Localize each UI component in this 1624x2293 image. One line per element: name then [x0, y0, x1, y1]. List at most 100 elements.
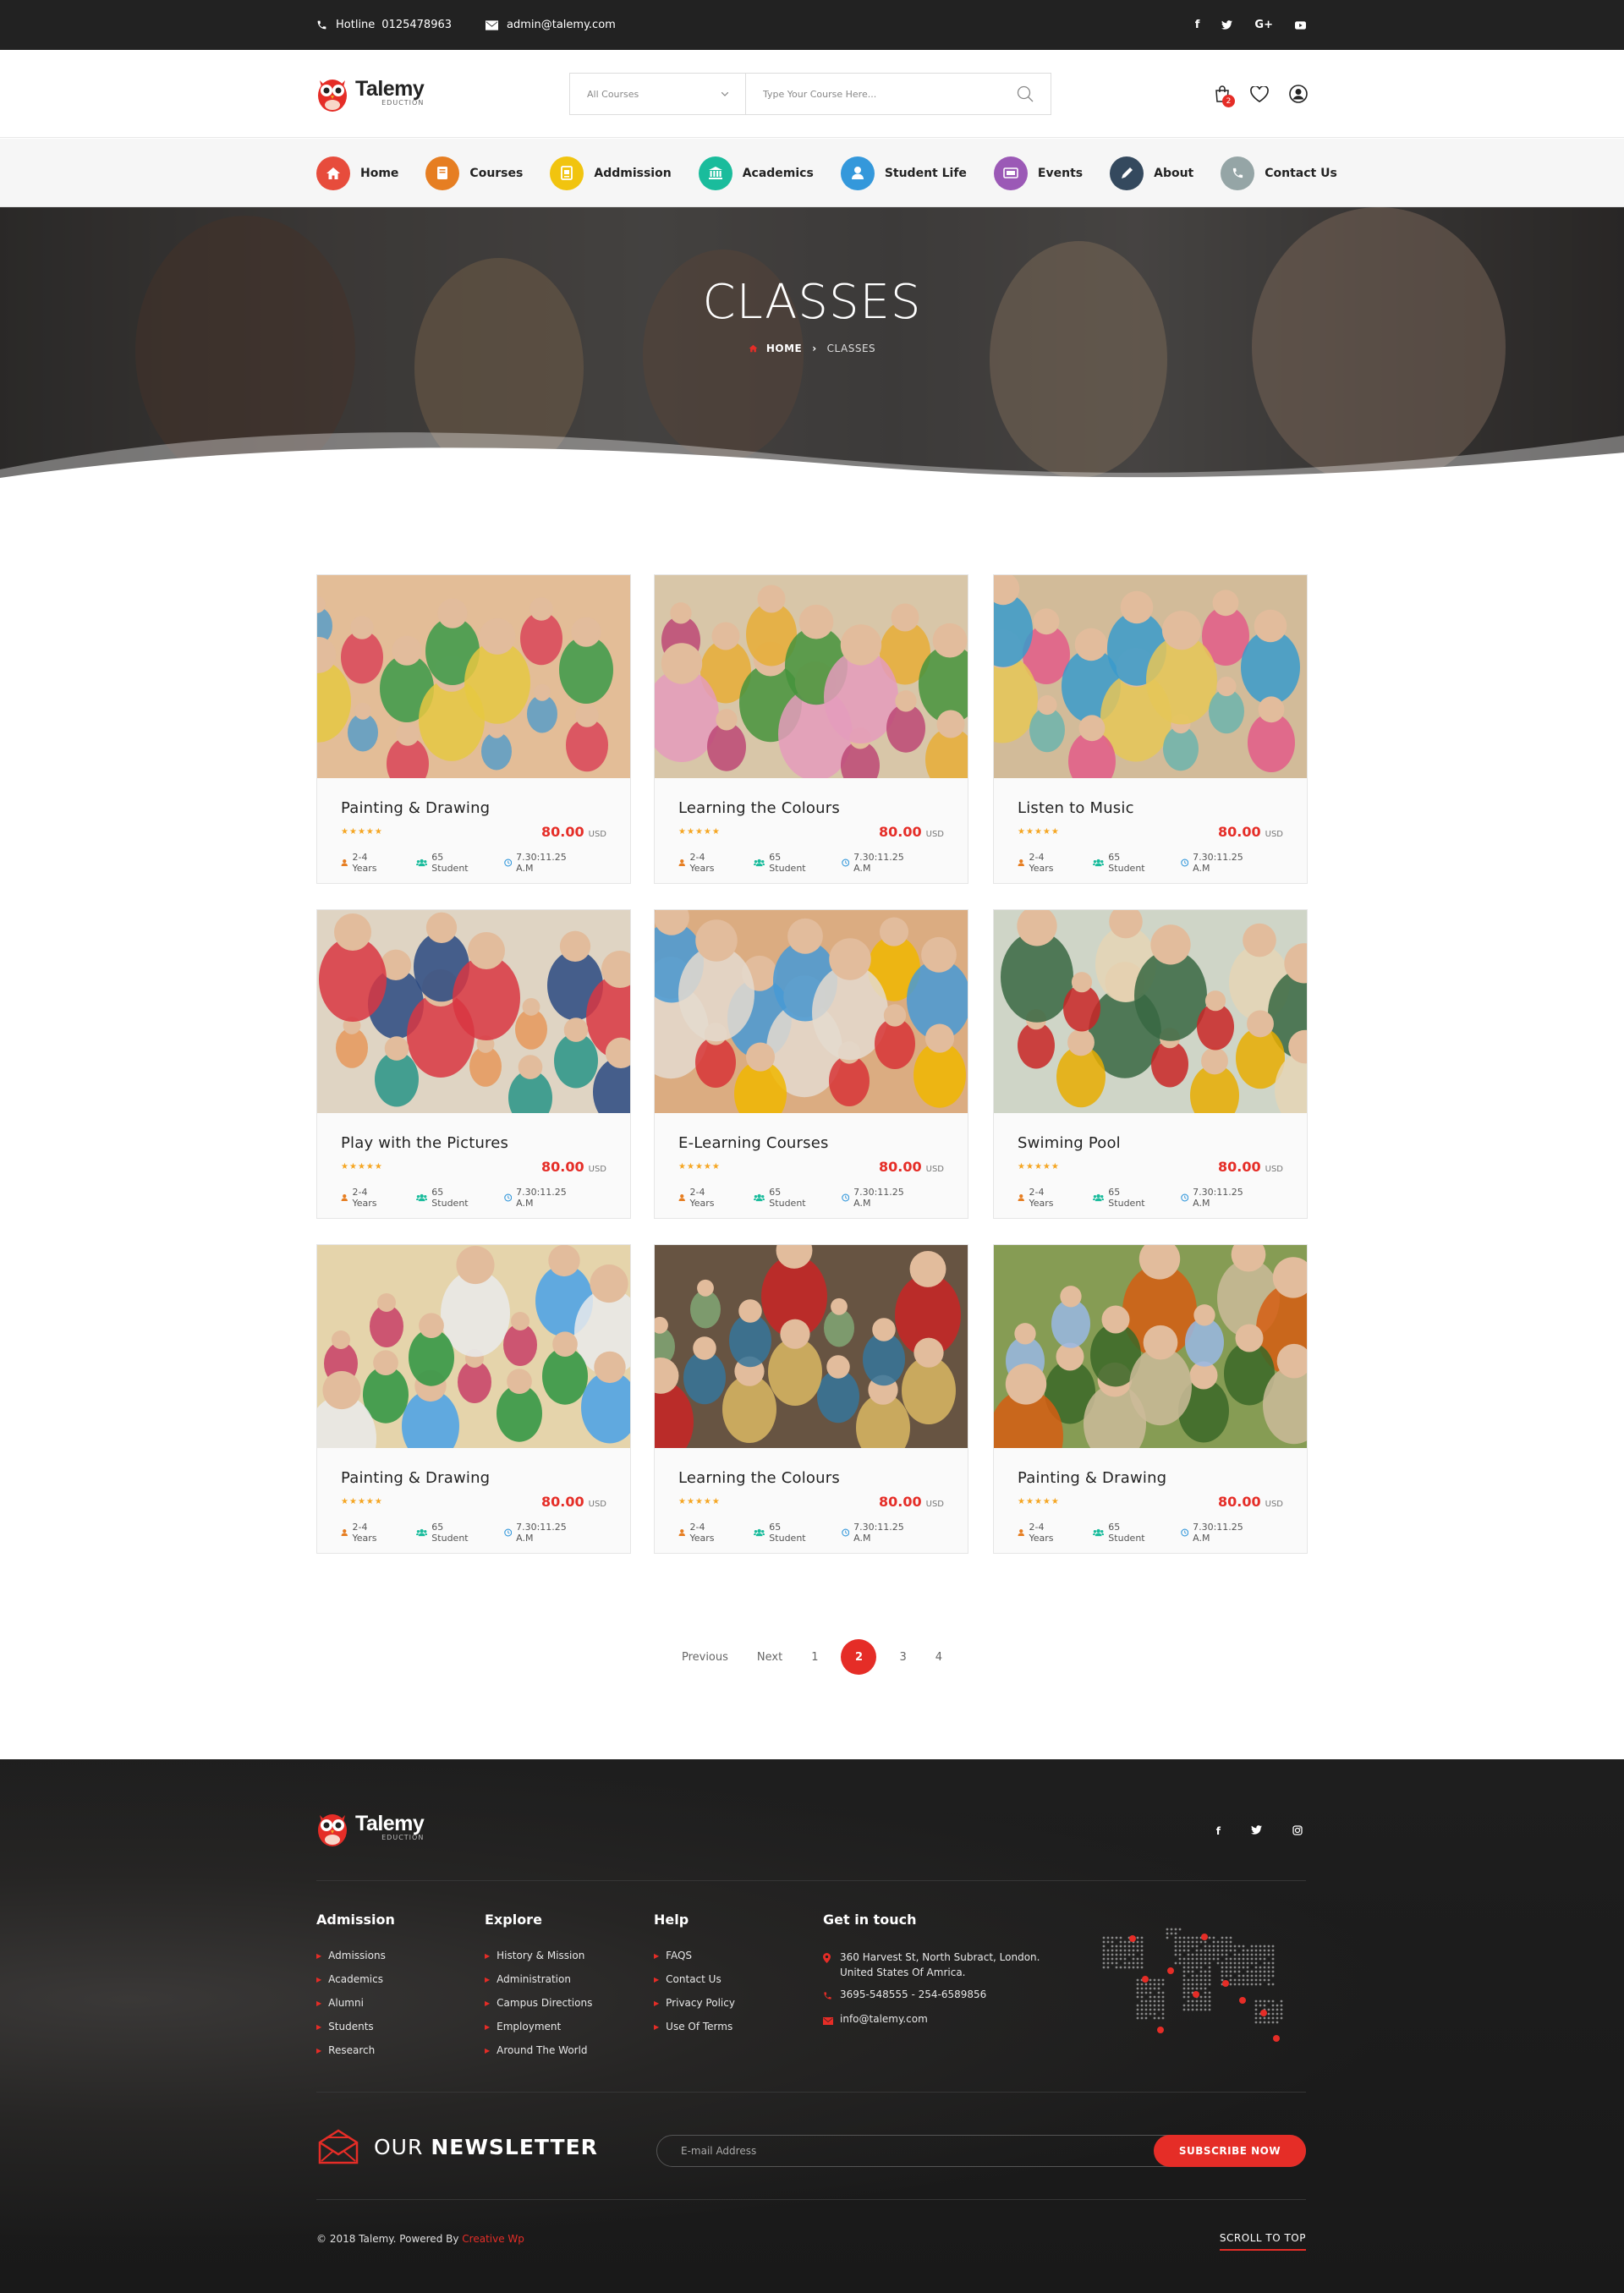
footer-link[interactable]: ▶ Administration [485, 1973, 592, 1985]
course-card[interactable]: Learning the Colours ★ ★ ★ ★ ★ 80.00 USD 2-4… [654, 574, 968, 884]
caret-right-icon: ▶ [654, 1975, 660, 1983]
footer-link[interactable]: ▶ Students [316, 2021, 395, 2032]
nav-item-academics[interactable]: Academics [698, 156, 814, 190]
course-card[interactable]: Listen to Music ★ ★ ★ ★ ★ 80.00 USD 2-4 Year… [993, 574, 1308, 884]
footer-link[interactable]: ▶ Alumni [316, 1997, 395, 2009]
topbar-email[interactable]: admin@talemy.com [486, 19, 616, 31]
course-image[interactable] [317, 575, 630, 778]
wishlist-button[interactable] [1250, 85, 1269, 102]
course-title[interactable]: E-Learning Courses [678, 1134, 944, 1152]
course-title[interactable]: Learning the Colours [678, 1469, 944, 1487]
footer-link[interactable]: ▶ Use Of Terms [654, 2021, 735, 2032]
twitter-icon[interactable] [1251, 1825, 1262, 1837]
pagination-page-2[interactable]: 2 [841, 1639, 877, 1675]
star-icon: ★ [678, 1162, 686, 1171]
price-amount: 80.00 [879, 824, 922, 840]
search-button[interactable] [1000, 85, 1051, 102]
price-currency: USD [1265, 1500, 1283, 1509]
facebook-icon[interactable]: f [1195, 19, 1200, 31]
course-title[interactable]: Learning the Colours [678, 799, 944, 817]
course-title[interactable]: Painting & Drawing [341, 799, 606, 817]
account-button[interactable] [1289, 85, 1308, 103]
pagination-previous[interactable]: Previous [682, 1651, 728, 1664]
footer-link[interactable]: ▶ Around The World [485, 2044, 592, 2056]
footer-link[interactable]: ▶ Privacy Policy [654, 1997, 735, 2009]
facebook-icon[interactable]: f [1216, 1825, 1221, 1837]
course-title[interactable]: Play with the Pictures [341, 1134, 606, 1152]
course-image[interactable] [655, 575, 968, 778]
course-image[interactable] [994, 910, 1307, 1113]
footer-link[interactable]: ▶ FAQS [654, 1950, 735, 1961]
course-title[interactable]: Swiming Pool [1018, 1134, 1283, 1152]
nav-item-about[interactable]: About [1110, 156, 1193, 190]
course-card[interactable]: Swiming Pool ★ ★ ★ ★ ★ 80.00 USD 2-4 Years [993, 909, 1308, 1219]
nav-item-home[interactable]: Home [316, 156, 398, 190]
hotline[interactable]: Hotline 0125478963 [316, 19, 452, 31]
nav-item-admission[interactable]: Addmission [550, 156, 672, 190]
course-image[interactable] [317, 1245, 630, 1448]
course-image[interactable] [655, 910, 968, 1113]
pagination-page-4[interactable]: 4 [935, 1651, 942, 1664]
footer-link[interactable]: ▶ Campus Directions [485, 1997, 592, 2009]
user-icon [678, 859, 685, 866]
nav-item-contact[interactable]: Contact Us [1221, 156, 1337, 190]
footer-link[interactable]: ▶ Contact Us [654, 1973, 735, 1985]
nav-item-events[interactable]: Events [993, 156, 1083, 190]
course-title[interactable]: Listen to Music [1018, 799, 1283, 817]
course-image[interactable] [655, 1245, 968, 1448]
user-icon [341, 859, 348, 866]
footer-phone[interactable]: 3695-548555 - 254-6589856 [823, 1987, 1040, 2005]
site-logo[interactable]: Talemy EDUCTION [316, 74, 425, 112]
course-image[interactable] [994, 1245, 1307, 1448]
footer-link-text: Research [328, 2044, 376, 2056]
course-title[interactable]: Painting & Drawing [1018, 1469, 1283, 1487]
pagination-page-3[interactable]: 3 [899, 1651, 906, 1664]
footer-link[interactable]: ▶ Research [316, 2044, 395, 2056]
subscribe-button[interactable]: SUBSCRIBE NOW [1154, 2135, 1306, 2167]
banner-wave [0, 432, 1624, 486]
users-icon [416, 859, 428, 867]
footer-logo[interactable]: Talemy EDUCTION [316, 1808, 425, 1847]
footer-email[interactable]: info@talemy.com [823, 2011, 1040, 2029]
course-title[interactable]: Painting & Drawing [341, 1469, 606, 1487]
course-image[interactable] [994, 575, 1307, 778]
youtube-icon[interactable] [1295, 20, 1306, 30]
map-pin-icon [823, 1950, 840, 1967]
cart-button[interactable]: 2 [1215, 85, 1235, 107]
course-card[interactable]: Painting & Drawing ★ ★ ★ ★ ★ 80.00 USD 2-4 Y… [316, 574, 631, 884]
footer-link[interactable]: ▶ History & Mission [485, 1950, 592, 1961]
course-card[interactable]: Play with the Pictures ★ ★ ★ ★ ★ 80.00 USD 2… [316, 909, 631, 1219]
user-icon [1018, 859, 1024, 866]
nav-item-label: Addmission [594, 166, 672, 180]
powered-by-link[interactable]: Creative Wp [462, 2233, 524, 2245]
search-input[interactable] [746, 74, 1000, 114]
course-students-text: 65 Student [431, 1187, 469, 1209]
category-select-value: All Courses [587, 88, 639, 100]
scroll-to-top-button[interactable]: SCROLL TO TOP [1219, 2232, 1306, 2251]
twitter-icon[interactable] [1221, 20, 1233, 30]
category-select[interactable]: All Courses [570, 74, 746, 114]
breadcrumb-home[interactable]: HOME [766, 343, 802, 354]
pagination-page-1[interactable]: 1 [811, 1651, 818, 1664]
course-card[interactable]: Learning the Colours ★ ★ ★ ★ ★ 80.00 USD 2-4… [654, 1244, 968, 1554]
star-icon: ★ [686, 1497, 694, 1506]
nav-item-courses[interactable]: Courses [425, 156, 523, 190]
footer-link[interactable]: ▶ Employment [485, 2021, 592, 2032]
footer-link[interactable]: ▶ Academics [316, 1973, 395, 1985]
nav-item-label: Student Life [884, 166, 967, 180]
course-card[interactable]: Painting & Drawing ★ ★ ★ ★ ★ 80.00 USD 2-4 Y… [316, 1244, 631, 1554]
newsletter-email-input[interactable] [657, 2145, 1154, 2157]
user-icon [678, 1529, 685, 1536]
footer-link[interactable]: ▶ Admissions [316, 1950, 395, 1961]
course-students: 65 Student [1093, 1522, 1157, 1544]
instagram-icon[interactable] [1292, 1825, 1303, 1837]
caret-right-icon: ▶ [485, 1951, 491, 1960]
nav-item-student-life[interactable]: Student Life [840, 156, 967, 190]
pagination-next[interactable]: Next [757, 1651, 782, 1664]
phone-icon [317, 20, 326, 30]
course-card[interactable]: Painting & Drawing ★ ★ ★ ★ ★ 80.00 USD 2-4 Y… [993, 1244, 1308, 1554]
clock-icon [503, 859, 512, 867]
course-image[interactable] [317, 910, 630, 1113]
google-plus-icon[interactable]: G+ [1254, 19, 1273, 31]
course-card[interactable]: E-Learning Courses ★ ★ ★ ★ ★ 80.00 USD 2-4 Y… [654, 909, 968, 1219]
